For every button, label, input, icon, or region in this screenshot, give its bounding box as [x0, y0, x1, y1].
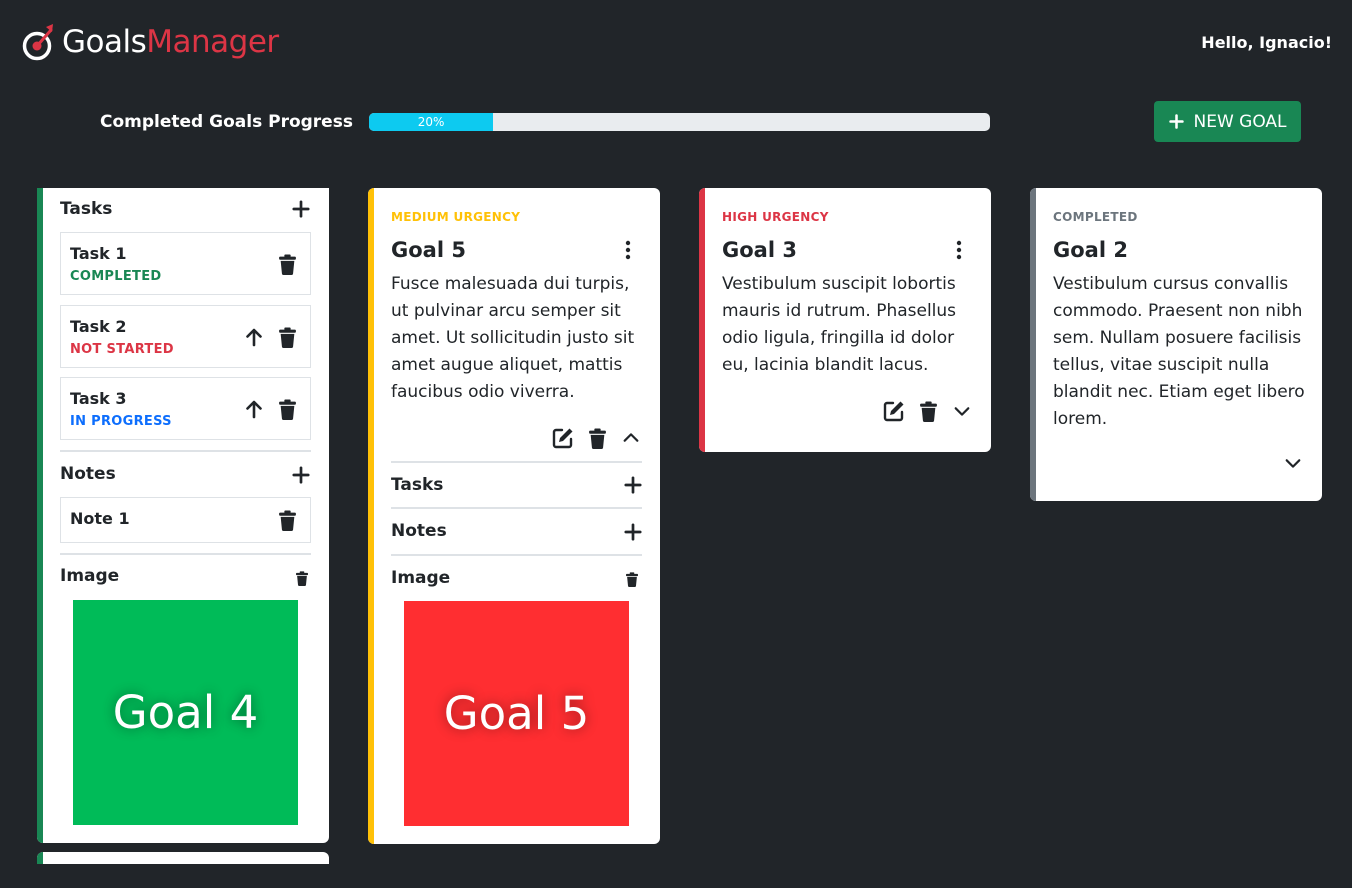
task-status: COMPLETED	[70, 269, 162, 284]
image-heading: Image	[391, 568, 451, 588]
plus-icon[interactable]	[292, 200, 310, 218]
tasks-heading: Tasks	[391, 475, 444, 495]
goal-card-goal-2: COMPLETED Goal 2 Vestibulum cursus conva…	[1030, 188, 1322, 501]
plus-icon[interactable]	[292, 466, 310, 484]
new-goal-button-label: NEW GOAL	[1193, 111, 1287, 132]
urgency-label: HIGH URGENCY	[722, 210, 829, 224]
brand-name-part1: Goals	[62, 24, 147, 60]
edit-icon[interactable]	[552, 427, 574, 449]
note-name: Note 1	[70, 509, 130, 528]
task-item[interactable]: Task 1 COMPLETED	[60, 232, 311, 295]
plus-icon[interactable]	[624, 476, 642, 494]
urgency-label: MEDIUM URGENCY	[391, 210, 521, 224]
note-item[interactable]: Note 1	[60, 497, 311, 543]
edit-icon[interactable]	[883, 400, 905, 422]
section-divider	[60, 553, 311, 555]
goal-card-goal-5: MEDIUM URGENCY Goal 5 Fusce malesuada du…	[368, 188, 660, 844]
trash-icon[interactable]	[279, 254, 296, 275]
task-item[interactable]: Task 2 NOT STARTED	[60, 305, 311, 368]
task-name: Task 3	[70, 389, 127, 408]
section-divider	[391, 461, 642, 463]
chevron-up-icon[interactable]	[622, 429, 640, 447]
progress-fill: 20%	[369, 113, 494, 131]
goal-card-goal-4: Tasks Task 1 COMPLETED Task 2 NOT STARTE…	[37, 188, 329, 843]
section-divider	[391, 554, 642, 556]
task-name: Task 2	[70, 317, 127, 336]
kebab-menu-icon[interactable]	[956, 240, 962, 260]
progress-bar: 20%	[369, 113, 990, 131]
task-item[interactable]: Task 3 IN PROGRESS	[60, 377, 311, 440]
goal-title: Goal 5	[391, 238, 466, 262]
trash-icon[interactable]	[296, 571, 308, 586]
task-name: Task 1	[70, 244, 127, 263]
notes-heading: Notes	[60, 464, 116, 484]
brand-name: GoalsManager	[62, 24, 279, 60]
trash-icon[interactable]	[279, 399, 296, 420]
trash-icon[interactable]	[279, 510, 296, 531]
new-goal-button[interactable]: NEW GOAL	[1154, 101, 1301, 142]
goal-card-partial	[37, 852, 329, 864]
user-greeting: Hello, Ignacio!	[1201, 33, 1332, 52]
chevron-down-icon[interactable]	[953, 402, 971, 420]
trash-icon[interactable]	[589, 428, 606, 449]
task-status: NOT STARTED	[70, 342, 174, 357]
goal-title: Goal 2	[1053, 238, 1128, 262]
tasks-heading: Tasks	[60, 199, 113, 219]
arrow-up-icon[interactable]	[244, 399, 264, 419]
goal-description: Vestibulum cursus convallis commodo. Pra…	[1053, 274, 1305, 429]
target-arrow-icon	[22, 24, 53, 61]
trash-icon[interactable]	[279, 327, 296, 348]
goal-title: Goal 3	[722, 238, 797, 262]
top-navbar: GoalsManager Hello, Ignacio!	[0, 0, 1352, 90]
trash-icon[interactable]	[920, 401, 937, 422]
kebab-menu-icon[interactable]	[625, 240, 631, 260]
task-status: IN PROGRESS	[70, 414, 172, 429]
plus-icon[interactable]	[624, 523, 642, 541]
goal-image: Goal 5	[404, 601, 629, 826]
arrow-up-icon[interactable]	[244, 327, 264, 347]
chevron-down-icon[interactable]	[1284, 454, 1302, 472]
status-label: COMPLETED	[1053, 210, 1138, 224]
goal-description: Fusce malesuada dui turpis, ut pulvinar …	[391, 274, 635, 402]
notes-heading: Notes	[391, 521, 447, 541]
goal-image: Goal 4	[73, 600, 298, 825]
section-divider	[60, 450, 311, 452]
progress-label: Completed Goals Progress	[100, 112, 353, 132]
brand-logo[interactable]: GoalsManager	[22, 22, 279, 62]
plus-icon	[1168, 113, 1185, 130]
brand-name-part2: Manager	[146, 24, 279, 60]
trash-icon[interactable]	[626, 572, 638, 587]
section-divider	[391, 507, 642, 509]
image-heading: Image	[60, 566, 120, 586]
goal-card-goal-3: HIGH URGENCY Goal 3 Vestibulum suscipit …	[699, 188, 991, 452]
goal-description: Vestibulum suscipit lobortis mauris id r…	[722, 274, 957, 375]
